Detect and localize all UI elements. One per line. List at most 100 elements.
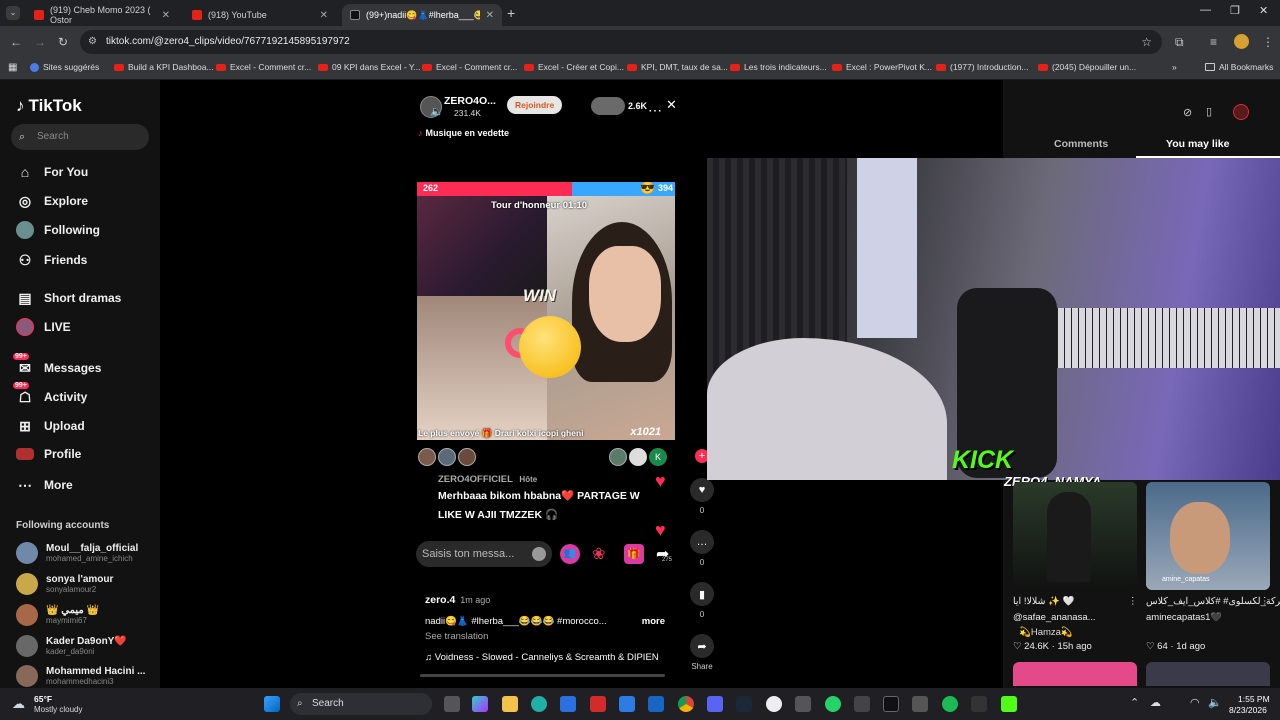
volume-icon[interactable]: 🔈 bbox=[1208, 696, 1222, 709]
nav-upload[interactable]: ⊞ Upload bbox=[16, 417, 85, 435]
profile-avatar[interactable] bbox=[1233, 104, 1249, 120]
close-live-icon[interactable]: ✕ bbox=[666, 97, 677, 113]
join-button[interactable]: Rejoindre bbox=[507, 96, 563, 114]
nav-profile[interactable]: Profile bbox=[16, 447, 81, 461]
avatar[interactable] bbox=[458, 448, 476, 466]
recommendation-card[interactable]: amine_capatas bbox=[1146, 482, 1270, 590]
live-battle-frame[interactable]: 262 394 😎 Tour d'honneur 01:10 WIN x1021 bbox=[417, 182, 675, 440]
post-author[interactable]: zero.4 bbox=[425, 594, 455, 606]
following-account[interactable]: 👑 ميمي 👑 maymimi67 bbox=[16, 604, 99, 626]
tray-icon[interactable]: ☁ bbox=[1150, 696, 1161, 709]
copilot-icon[interactable] bbox=[472, 696, 488, 712]
host-name[interactable]: ZERO4O... bbox=[444, 95, 496, 107]
app-icon[interactable] bbox=[619, 696, 635, 712]
start-icon[interactable] bbox=[264, 696, 280, 712]
nav-more[interactable]: ⋯ More bbox=[16, 476, 73, 494]
close-icon[interactable]: ✕ bbox=[320, 10, 328, 21]
bookmark-star-icon[interactable]: ☆ bbox=[1141, 30, 1152, 54]
bookmark-item[interactable]: (2045) Dépouiller un... bbox=[1038, 62, 1136, 72]
avatar[interactable] bbox=[629, 448, 647, 466]
tab-youtube[interactable]: (918) YouTube ✕ bbox=[184, 4, 336, 26]
see-translation[interactable]: See translation bbox=[425, 631, 665, 642]
tab-media-icon[interactable]: ≡ bbox=[1210, 35, 1217, 49]
clock-date[interactable]: 8/23/2026 bbox=[1229, 705, 1267, 715]
spotify-icon[interactable] bbox=[942, 696, 958, 712]
rose-icon[interactable]: ❀ bbox=[592, 544, 605, 564]
more-link[interactable]: more bbox=[642, 616, 665, 627]
card-menu-icon[interactable]: ⋮ bbox=[1260, 596, 1270, 607]
clock-time[interactable]: 1:55 PM bbox=[1238, 694, 1270, 704]
avatar[interactable] bbox=[438, 448, 456, 466]
steam-icon[interactable] bbox=[736, 696, 752, 712]
tab-cheb-momo[interactable]: (919) Cheb Momo 2023 ( Ostor ✕ bbox=[26, 4, 178, 26]
more-bookmarks-icon[interactable]: » bbox=[1172, 62, 1177, 72]
bookmark-item[interactable]: Sites suggérés bbox=[30, 62, 99, 72]
bookmark-item[interactable]: Build a KPI Dashboa... bbox=[114, 62, 214, 72]
gift-people-icon[interactable]: 👥 bbox=[560, 544, 580, 564]
share-action[interactable]: ➦ Share bbox=[690, 634, 714, 671]
comment-author[interactable]: ZERO4OFFICIEL bbox=[438, 474, 513, 485]
app-icon[interactable] bbox=[912, 696, 928, 712]
site-info-icon[interactable]: ⚙ bbox=[88, 30, 97, 54]
maximize-icon[interactable]: ❐ bbox=[1230, 4, 1240, 17]
bookmark-item[interactable]: Excel - Créer et Copi... bbox=[524, 62, 624, 72]
chrome-icon[interactable] bbox=[678, 696, 694, 712]
nav-messages[interactable]: ✉ 99+ Messages bbox=[13, 353, 101, 377]
app-icon[interactable] bbox=[854, 696, 870, 712]
tab-tiktok[interactable]: (99+)nadii😋👗#lherba___😂😂 ✕ bbox=[342, 4, 502, 26]
whatsapp-icon[interactable] bbox=[825, 696, 841, 712]
sticker-icon[interactable]: ⊘ bbox=[1183, 106, 1192, 119]
recommendation-card[interactable] bbox=[1013, 482, 1137, 590]
card-author[interactable]: @safae_ananasa... bbox=[1013, 612, 1096, 623]
save-action[interactable]: ▮ 0 bbox=[690, 582, 714, 619]
close-icon[interactable]: ✕ bbox=[486, 10, 494, 21]
message-input[interactable]: Saisis ton messa... bbox=[416, 541, 552, 567]
profile-avatar[interactable] bbox=[1234, 34, 1249, 49]
avatar[interactable]: K bbox=[649, 448, 667, 466]
tiktok-icon[interactable] bbox=[883, 696, 899, 712]
featured-music[interactable]: ♪ Musique en vedette bbox=[418, 128, 509, 138]
outlook-icon[interactable] bbox=[648, 696, 664, 712]
avatar[interactable] bbox=[609, 448, 627, 466]
taskbar-search[interactable]: ⌕ Search bbox=[290, 693, 432, 715]
store-icon[interactable] bbox=[560, 696, 576, 712]
bookmark-item[interactable]: KPI, DMT, taux de sa... bbox=[627, 62, 728, 72]
reload-icon[interactable]: ↻ bbox=[58, 35, 68, 49]
tab-search-icon[interactable]: ⌄ bbox=[6, 6, 20, 20]
file-explorer-icon[interactable] bbox=[502, 696, 518, 712]
next-card-thumb[interactable] bbox=[1013, 662, 1137, 686]
tab-you-may-like[interactable]: You may like bbox=[1166, 138, 1229, 150]
wifi-icon[interactable]: ◠ bbox=[1190, 696, 1200, 709]
post-music[interactable]: ♫ Voidness - Slowed - Canneliys & Scream… bbox=[425, 652, 665, 663]
new-tab-button[interactable]: + bbox=[507, 5, 515, 21]
nav-following[interactable]: Following bbox=[16, 221, 100, 239]
tray-chevron-icon[interactable]: ⌃ bbox=[1130, 696, 1139, 709]
app-g-icon[interactable] bbox=[971, 696, 987, 712]
bookmark-item[interactable]: Les trois indicateurs... bbox=[730, 62, 827, 72]
menu-icon[interactable]: ⋮ bbox=[1262, 35, 1274, 49]
nav-live[interactable]: LIVE bbox=[16, 318, 71, 336]
gift-icon[interactable]: 🎁 bbox=[624, 544, 644, 564]
card-menu-icon[interactable]: ⋮ bbox=[1128, 596, 1138, 607]
nav-explore[interactable]: ◎ Explore bbox=[16, 192, 88, 210]
app-icon[interactable] bbox=[795, 696, 811, 712]
close-icon[interactable]: ✕ bbox=[162, 10, 170, 21]
task-view-icon[interactable] bbox=[444, 696, 460, 712]
following-account[interactable]: Mohammed Hacini ... mohammedhacini3 bbox=[16, 665, 145, 687]
apps-icon[interactable]: ▦ bbox=[8, 62, 17, 73]
avatar[interactable] bbox=[418, 448, 436, 466]
bookmark-item[interactable]: (1977) Introduction... bbox=[936, 62, 1028, 72]
following-account[interactable]: Moul__falja_official mohamed_amine_ichich bbox=[16, 542, 138, 564]
weather-icon[interactable]: ☁ bbox=[12, 696, 25, 712]
volume-icon[interactable]: 🔈 bbox=[430, 105, 444, 118]
chatgpt-icon[interactable] bbox=[766, 696, 782, 712]
forward-icon[interactable]: → bbox=[34, 35, 46, 49]
comment-action[interactable]: … 0 bbox=[690, 530, 714, 567]
bookmark-item[interactable]: Excel : PowerPivot K... bbox=[832, 62, 932, 72]
bookmark-item[interactable]: Excel - Comment cr... bbox=[216, 62, 311, 72]
minimize-icon[interactable]: — bbox=[1200, 4, 1211, 16]
like-action[interactable]: ♥ 0 bbox=[690, 478, 714, 515]
tiktok-logo[interactable]: ♪ TikTok bbox=[16, 96, 82, 116]
emoji-icon[interactable] bbox=[532, 547, 546, 561]
app-l-icon[interactable] bbox=[590, 696, 606, 712]
